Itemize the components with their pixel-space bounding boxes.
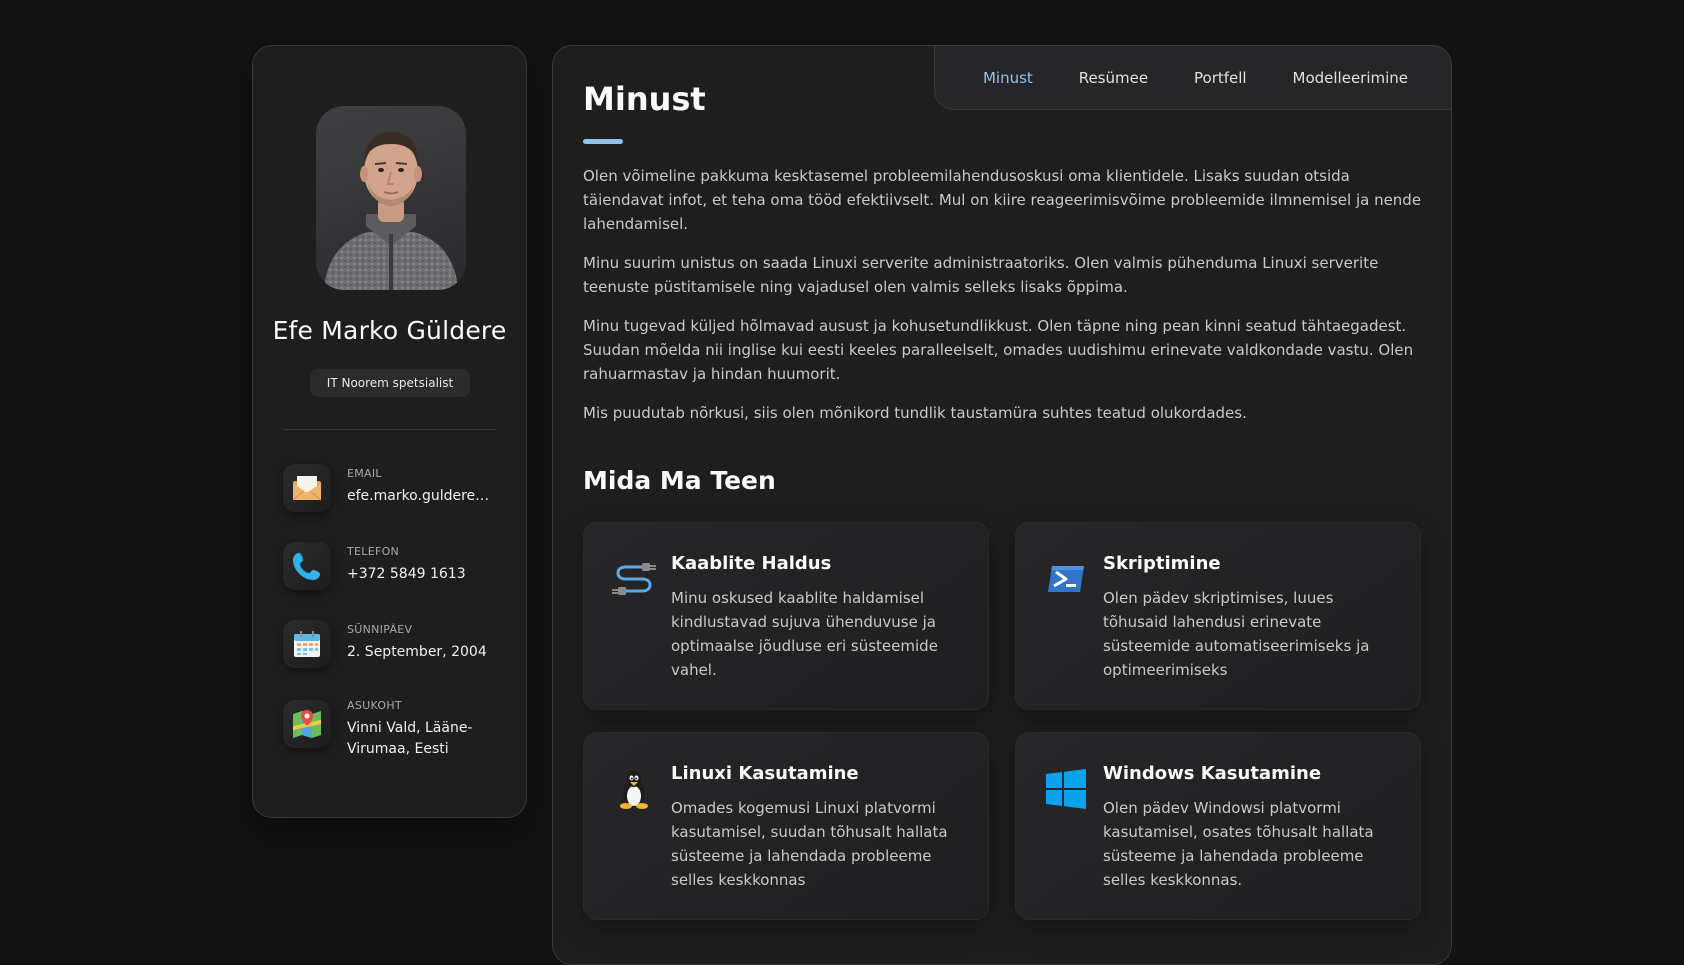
profile-name: Efe Marko Güldere (272, 316, 507, 345)
location-value: Vinni Vald, Lääne-Virumaa, Eesti (347, 720, 473, 757)
about-text: Olen võimeline pakkuma kesktasemel probl… (583, 164, 1425, 440)
nav-tab-modelleerimine[interactable]: Modelleerimine (1293, 69, 1409, 87)
about-paragraph: Minu tugevad küljed hõlmavad ausust ja k… (583, 317, 1414, 383)
nav-tab-resumee[interactable]: Resümee (1079, 69, 1148, 87)
cable-icon (612, 563, 656, 595)
profile-sidebar: Efe Marko Güldere IT Noorem spetsialist … (252, 45, 527, 818)
about-paragraph: Mis puudutab nõrkusi, siis olen mõnikord… (583, 404, 1247, 422)
map-icon (293, 710, 321, 738)
email-link[interactable]: efe.marko.guldere@... (347, 486, 499, 507)
service-description: Olen pädev Windowsi platvormi kasutamise… (1103, 799, 1374, 889)
envelope-icon (292, 476, 322, 501)
service-card-windows-kasutamine: Windows Kasutamine Olen pädev Windowsi p… (1015, 732, 1421, 920)
phone-link[interactable]: +372 5849 1613 (347, 564, 499, 585)
avatar-portrait (324, 132, 458, 290)
service-card-skriptimine: Skriptimine Olen pädev skriptimises, luu… (1015, 522, 1421, 710)
windows-logo-icon (1046, 769, 1086, 809)
terminal-icon (1048, 566, 1084, 592)
service-card-kaablite-haldus: Kaablite Haldus Minu oskused kaablite ha… (583, 522, 989, 710)
about-paragraph: Minu suurim unistus on saada Linuxi serv… (583, 254, 1379, 296)
contact-label: EMAIL (347, 467, 382, 480)
contact-label: SÜNNIPÄEV (347, 623, 413, 636)
service-title: Kaablite Haldus (671, 553, 832, 574)
calendar-icon (294, 631, 320, 657)
avatar (316, 106, 466, 290)
nav-tab-minust[interactable]: Minust (983, 69, 1033, 87)
service-title: Windows Kasutamine (1103, 763, 1322, 784)
service-card-linuxi-kasutamine: Linuxi Kasutamine Omades kogemusi Linuxi… (583, 732, 989, 920)
top-navbar: Minust Resümee Portfell Modelleerimine (934, 46, 1451, 110)
service-description: Olen pädev skriptimises, luues tõhusaid … (1103, 589, 1370, 679)
birthday-value: 2. September, 2004 (347, 644, 487, 660)
contact-label: ASUKOHT (347, 699, 402, 712)
title-underline (583, 139, 623, 144)
service-title: Skriptimine (1103, 553, 1221, 574)
service-title: Linuxi Kasutamine (671, 763, 859, 784)
sidebar-divider (283, 429, 497, 430)
service-description: Minu oskused kaablite haldamisel kindlus… (671, 589, 938, 679)
tux-penguin-icon (620, 771, 648, 809)
nav-tab-portfell[interactable]: Portfell (1194, 69, 1247, 87)
phone-icon (293, 552, 320, 580)
about-paragraph: Olen võimeline pakkuma kesktasemel probl… (583, 167, 1422, 233)
main-panel: Minust Resümee Portfell Modelleerimine M… (552, 45, 1452, 965)
profile-title-badge: IT Noorem spetsialist (310, 369, 470, 397)
service-description: Omades kogemusi Linuxi platvormi kasutam… (671, 799, 948, 889)
page-title: Minust (583, 80, 706, 118)
services-title: Mida Ma Teen (583, 466, 776, 495)
contact-label: TELEFON (347, 545, 400, 558)
